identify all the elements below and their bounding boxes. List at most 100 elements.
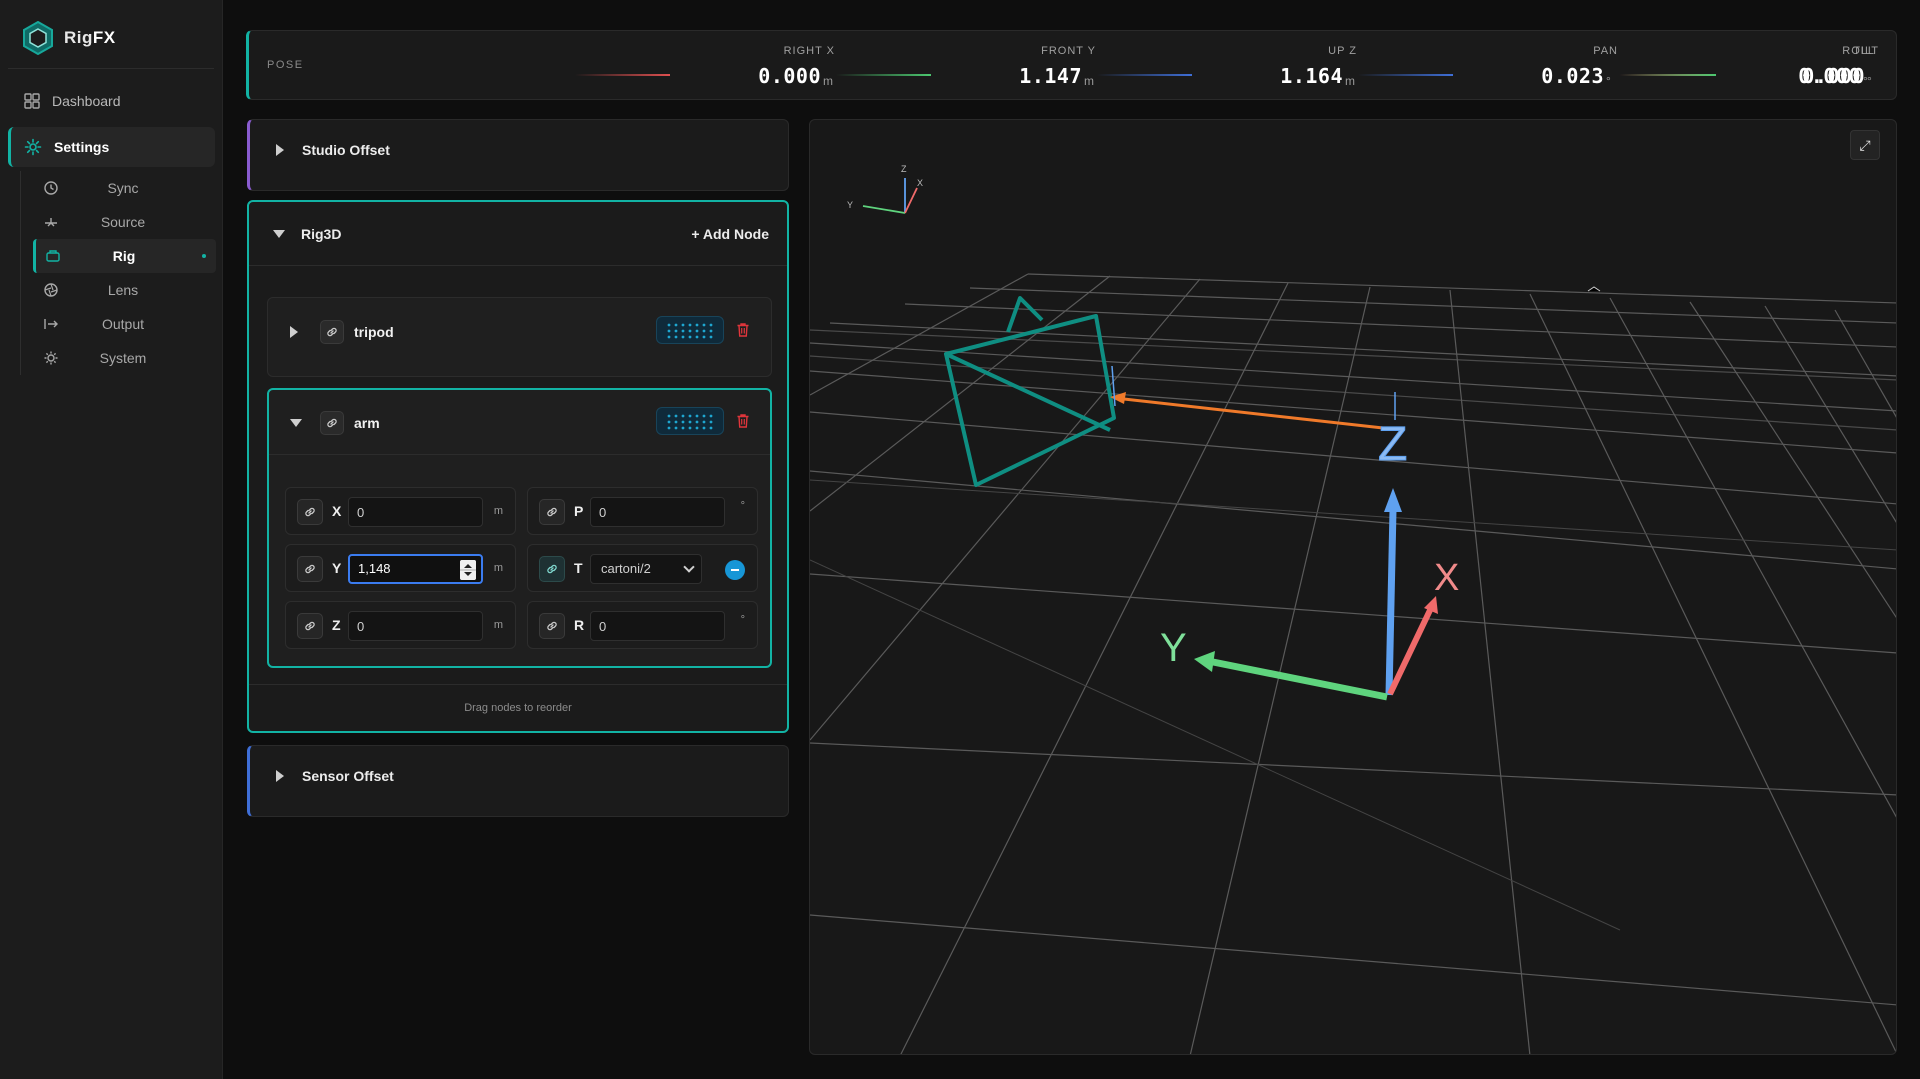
field-label: R (574, 617, 585, 633)
sidebar-item-output[interactable]: Output (21, 307, 215, 341)
floor-grid-depth (810, 273, 1896, 1054)
z-input[interactable] (348, 611, 483, 641)
source-icon (45, 218, 57, 227)
brand[interactable]: RigFX (22, 20, 116, 56)
drag-handle-icon[interactable] (656, 407, 724, 435)
p-input[interactable] (590, 497, 725, 527)
pose-roll: ROLL 0.000 ° (1621, 41, 1881, 91)
node-divider (269, 454, 770, 455)
sidebar-item-label: Output (101, 316, 145, 332)
t-select-value: cartoni/2 (601, 561, 651, 576)
sidebar-item-sync[interactable]: Sync (21, 171, 215, 205)
expand-icon: ⤢ (1859, 136, 1871, 153)
minus-icon (731, 569, 739, 571)
orange-ray (1114, 396, 1393, 431)
sidebar: RigFX Dashboard Settings Sync Source Rig (0, 0, 223, 1079)
field-z: Z m (285, 601, 516, 649)
z-arrowhead (1384, 488, 1402, 512)
nav-item-settings[interactable]: Settings (8, 127, 215, 167)
clock-icon (44, 181, 58, 195)
expand-arrow-icon[interactable] (276, 770, 284, 782)
pose-indicator-line (1097, 74, 1192, 76)
camera-rig-icon (46, 250, 60, 262)
sidebar-item-lens[interactable]: Lens (21, 273, 215, 307)
studio-offset-panel[interactable]: Studio Offset (247, 119, 789, 191)
expand-arrow-icon[interactable] (290, 326, 298, 338)
field-label: X (332, 503, 342, 519)
trash-icon[interactable] (736, 413, 750, 429)
stepper-arrows-icon[interactable] (460, 560, 476, 580)
settings-subnav: Sync Source Rig Lens Output System (20, 171, 216, 375)
sidebar-item-rig[interactable]: Rig (33, 239, 216, 273)
pose-indicator-line (1358, 74, 1453, 76)
link-icon[interactable] (539, 556, 565, 582)
pose-front-y: FRONT Y 1.147 m (836, 41, 1096, 91)
panel-title: Rig3D (301, 226, 342, 242)
chevron-down-icon (683, 561, 695, 573)
pose-indicator-line (575, 74, 670, 76)
pose-indicator-line (1621, 74, 1716, 76)
pose-value: 0.000 (758, 64, 821, 88)
link-icon[interactable] (320, 411, 344, 435)
sidebar-divider (8, 68, 214, 69)
grid-icon (24, 93, 40, 109)
unit-label: m (493, 619, 503, 631)
sidebar-item-source[interactable]: Source (21, 205, 215, 239)
pose-unit: ° (1606, 74, 1611, 88)
output-arrow-icon (44, 319, 58, 329)
pose-bar: POSE RIGHT X 0.000 m FRONT Y 1.147 m UP … (246, 30, 1897, 100)
gear-icon (44, 351, 58, 365)
t-select[interactable]: cartoni/2 (590, 554, 702, 584)
gizmo-label-z: Z (901, 164, 907, 174)
3d-viewport[interactable]: Z Y X Z Y X ⤢ (809, 119, 1897, 1055)
sidebar-item-system[interactable]: System (21, 341, 215, 375)
sensor-offset-panel[interactable]: Sensor Offset (247, 745, 789, 817)
node-card-arm[interactable]: arm X m Y 1,148 (267, 388, 772, 668)
aperture-icon (44, 283, 58, 297)
scene-canvas[interactable]: Z Y X Z Y X (810, 120, 1897, 1055)
pose-unit: m (823, 74, 833, 88)
node-name: tripod (354, 324, 394, 340)
link-icon[interactable] (297, 499, 323, 525)
trash-icon[interactable] (736, 322, 750, 338)
pose-right-x: RIGHT X 0.000 m (575, 41, 835, 91)
x-input[interactable] (348, 497, 483, 527)
field-label: Y (332, 560, 342, 576)
drag-handle-icon[interactable] (656, 316, 724, 344)
field-x: X m (285, 487, 516, 535)
sidebar-item-label: Rig (112, 248, 136, 264)
sidebar-item-label: Sync (107, 180, 139, 196)
field-label: Z (332, 617, 341, 633)
pose-label: ROLL (1842, 45, 1875, 57)
orientation-gizmo: Z Y X (847, 164, 923, 214)
link-icon[interactable] (539, 499, 565, 525)
nav-item-dashboard[interactable]: Dashboard (8, 81, 215, 121)
y-input[interactable]: 1,148 (348, 554, 483, 584)
link-icon[interactable] (297, 613, 323, 639)
nav-item-label: Settings (54, 139, 110, 155)
link-icon[interactable] (320, 320, 344, 344)
rig3d-panel: Rig3D + Add Node tripod arm X 0 m Y 1,14… (247, 200, 789, 733)
link-icon[interactable] (539, 613, 565, 639)
collapse-arrow-icon[interactable] (290, 419, 302, 427)
drag-hint: Drag nodes to reorder (464, 702, 572, 714)
field-p: P ° (527, 487, 758, 535)
panel-title: Studio Offset (302, 142, 390, 158)
unit-label: m (493, 505, 503, 517)
node-card-tripod[interactable]: tripod (267, 297, 772, 377)
expand-arrow-icon[interactable] (276, 144, 284, 156)
add-node-button[interactable]: + Add Node (691, 226, 769, 242)
sidebar-item-label: Source (100, 214, 146, 230)
link-icon[interactable] (297, 556, 323, 582)
collapse-arrow-icon[interactable] (273, 230, 285, 238)
remove-link-button[interactable] (725, 560, 745, 580)
sidebar-item-label: System (99, 350, 147, 366)
pose-indicator-line (836, 74, 931, 76)
r-input[interactable] (590, 611, 725, 641)
axis-label-y: Y (1160, 626, 1187, 670)
fullscreen-button[interactable]: ⤢ (1850, 130, 1880, 160)
sidebar-item-label: Lens (107, 282, 139, 298)
pose-value: 1.147 (1019, 64, 1082, 88)
pose-title: POSE (267, 59, 304, 71)
pose-unit: m (1345, 74, 1355, 88)
